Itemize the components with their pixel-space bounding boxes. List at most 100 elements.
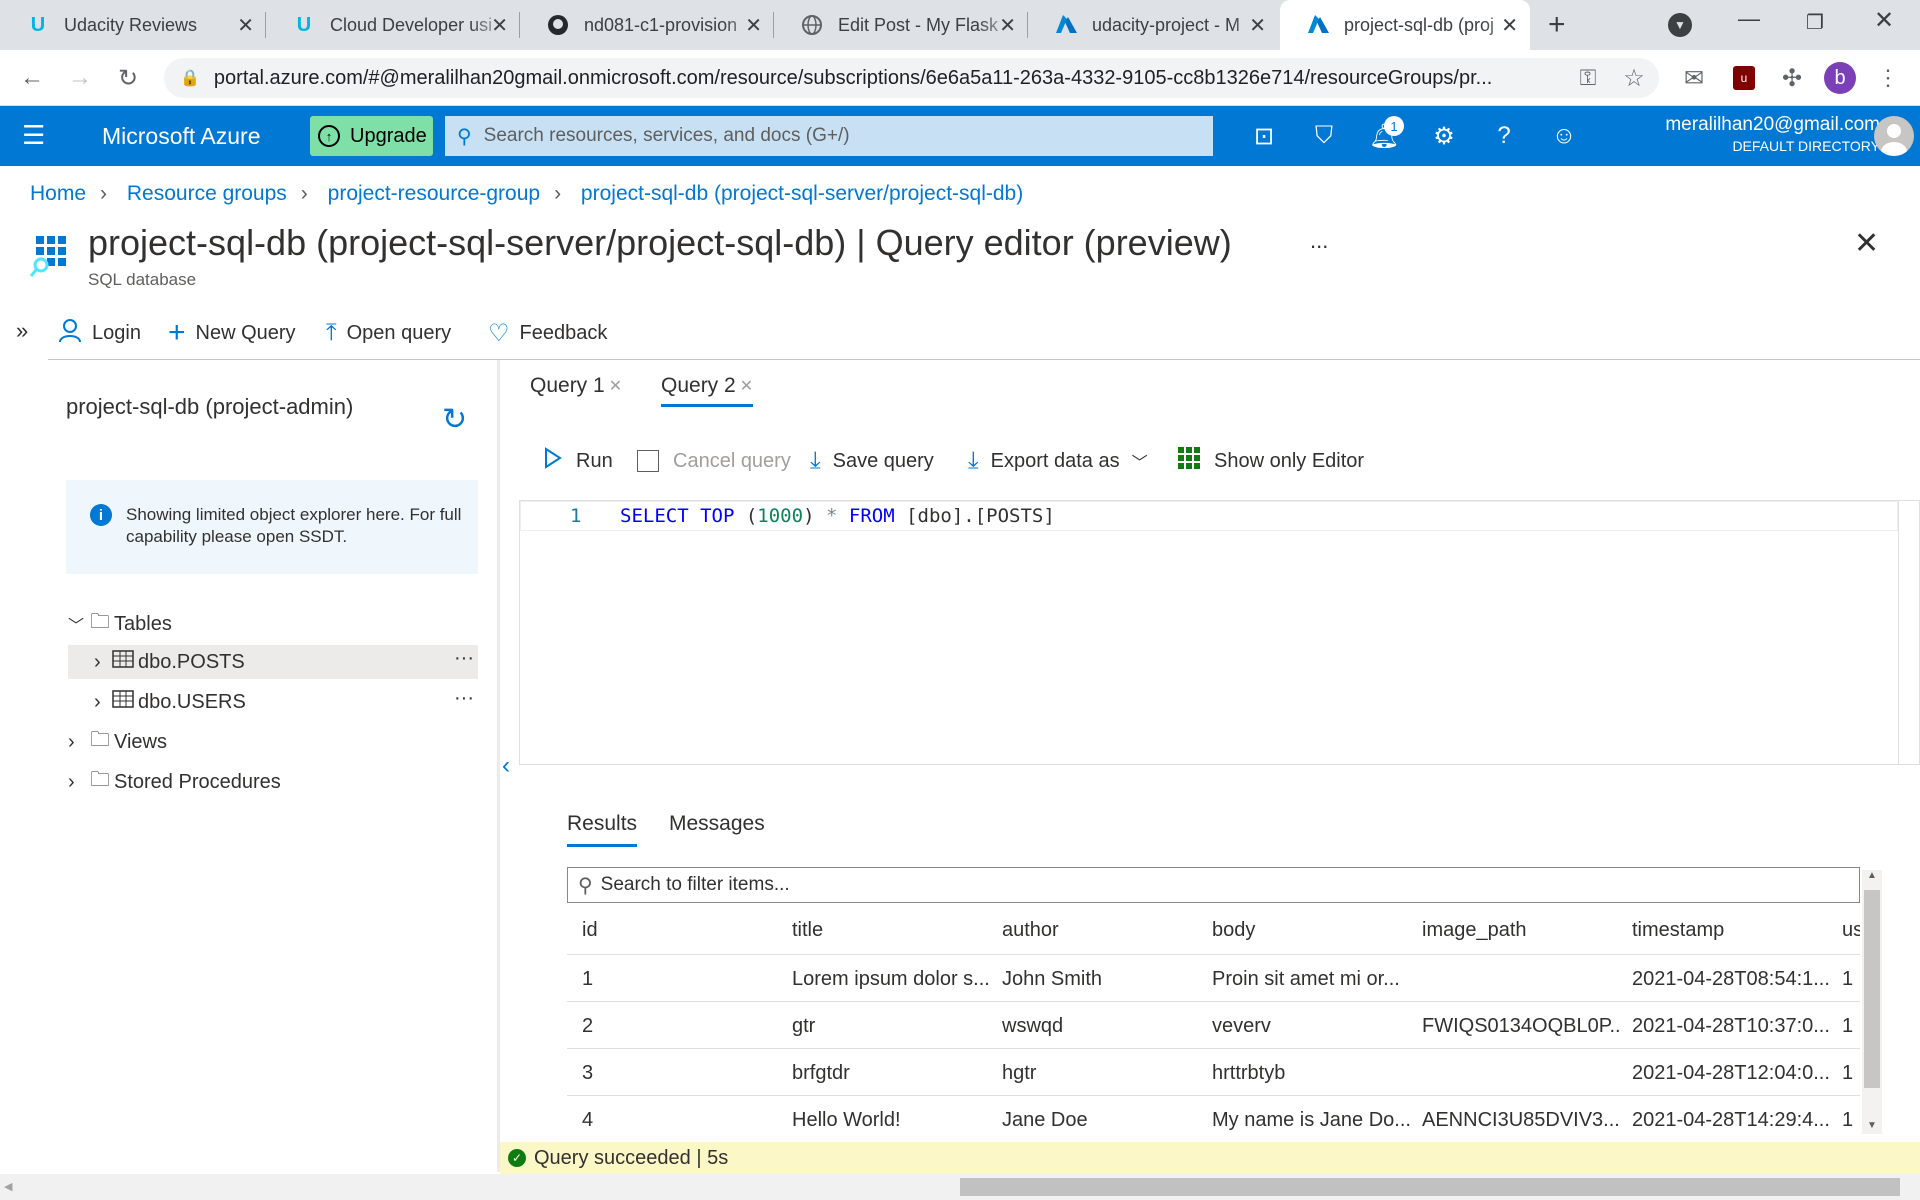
cancel-query-button[interactable]: Cancel query — [637, 445, 791, 477]
scrollbar-thumb[interactable] — [960, 1178, 1900, 1196]
tables-node[interactable]: ﹀ 🗀 Tables — [68, 607, 172, 641]
scroll-up-icon[interactable]: ▲ — [1867, 870, 1877, 881]
refresh-icon[interactable]: ↻ — [442, 402, 467, 437]
mail-icon[interactable]: ✉ — [1678, 62, 1710, 94]
query-tab-2[interactable]: Query 2 ✕ — [661, 374, 754, 407]
scroll-left-icon[interactable]: ◀ — [4, 1180, 12, 1193]
cloud-shell-icon[interactable]: ⊡ — [1246, 118, 1282, 154]
scroll-down-icon[interactable]: ▼ — [1867, 1120, 1877, 1131]
table-more-icon[interactable]: ··· — [454, 647, 474, 670]
table-cell[interactable]: veverv — [1212, 1015, 1412, 1038]
bookmark-star-icon[interactable]: ☆ — [1618, 62, 1650, 94]
user-avatar[interactable] — [1874, 116, 1914, 156]
key-icon[interactable]: ⚿ — [1572, 62, 1604, 94]
new-tab-icon[interactable]: + — [1548, 8, 1566, 42]
browser-menu-icon[interactable]: ⋮ — [1872, 62, 1904, 94]
table-cell[interactable]: 3 — [582, 1062, 782, 1085]
table-cell[interactable]: AENNCI3U85DVIV3... — [1422, 1109, 1622, 1132]
table-cell[interactable]: My name is Jane Do... — [1212, 1109, 1412, 1132]
hamburger-menu-icon[interactable]: ☰ — [22, 120, 45, 151]
browser-tab[interactable]: U Cloud Developer usi ✕ — [266, 0, 520, 50]
extensions-icon[interactable]: ✣ — [1776, 62, 1808, 94]
table-cell[interactable]: wswqd — [1002, 1015, 1202, 1038]
show-only-editor-button[interactable]: Show only Editor — [1178, 445, 1364, 477]
back-icon[interactable]: ← — [16, 62, 48, 94]
table-cell[interactable]: brfgtdr — [792, 1062, 992, 1085]
breadcrumb-database[interactable]: project-sql-db (project-sql-server/proje… — [581, 182, 1023, 205]
sql-code-editor[interactable]: 1 SELECT TOP (1000) * FROM [dbo].[POSTS] — [519, 500, 1920, 765]
close-blade-icon[interactable]: ✕ — [1854, 226, 1879, 261]
run-button[interactable]: Run — [544, 445, 613, 477]
account-info[interactable]: meralilhan20@gmail.com DEFAULT DIRECTORY — [1620, 114, 1880, 154]
new-query-button[interactable]: + New Query — [168, 315, 296, 351]
table-cell[interactable]: 4 — [582, 1109, 782, 1132]
table-cell[interactable]: 1 — [1842, 1062, 1860, 1085]
table-cell[interactable]: Jane Doe — [1002, 1109, 1202, 1132]
column-header[interactable]: body — [1212, 919, 1412, 942]
profile-avatar[interactable]: b — [1824, 62, 1856, 94]
close-tab-icon[interactable]: ✕ — [745, 13, 762, 38]
table-cell[interactable]: hrttrbtyb — [1212, 1062, 1412, 1085]
settings-gear-icon[interactable]: ⚙ — [1426, 118, 1462, 154]
breadcrumb-resource-group[interactable]: project-resource-group — [328, 182, 540, 205]
browser-tab[interactable]: nd081-c1-provision ✕ — [520, 0, 774, 50]
table-cell[interactable]: Proin sit amet mi or... — [1212, 968, 1412, 991]
table-cell[interactable]: Hello World! — [792, 1109, 992, 1132]
close-tab-icon[interactable]: ✕ — [237, 13, 254, 38]
horizontal-scrollbar[interactable]: ◀ — [0, 1174, 1920, 1200]
column-header[interactable]: id — [582, 919, 782, 942]
messages-tab[interactable]: Messages — [669, 812, 765, 836]
collapse-pane-icon[interactable]: ‹ — [502, 752, 510, 780]
table-cell[interactable]: 2 — [582, 1015, 782, 1038]
export-data-dropdown[interactable]: ⤓ Export data as ﹀ — [968, 445, 1148, 477]
table-cell[interactable]: 2021-04-28T14:29:4... — [1632, 1109, 1832, 1132]
table-cell[interactable]: hgtr — [1002, 1062, 1202, 1085]
close-tab-icon[interactable]: ✕ — [740, 376, 753, 396]
editor-scrollbar[interactable] — [1898, 501, 1899, 764]
table-cell[interactable]: 1 — [582, 968, 782, 991]
upgrade-button[interactable]: ↑ Upgrade — [310, 116, 433, 156]
table-node-users[interactable]: › dbo.USERS ··· — [68, 685, 478, 719]
breadcrumb-home[interactable]: Home — [30, 182, 86, 205]
tab-search-icon[interactable]: ▼ — [1668, 13, 1692, 37]
column-header[interactable]: us — [1842, 919, 1860, 942]
table-cell[interactable]: 1 — [1842, 1109, 1860, 1132]
query-tab-1[interactable]: Query 1 ✕ — [530, 374, 622, 398]
feedback-smiley-icon[interactable]: ☺ — [1546, 118, 1582, 154]
directory-filter-icon[interactable]: ⛉ — [1306, 118, 1342, 154]
results-tab[interactable]: Results — [567, 812, 638, 847]
scrollbar-thumb[interactable] — [1864, 890, 1880, 1088]
restore-icon[interactable]: ❐ — [1806, 10, 1824, 35]
ublock-icon[interactable]: u — [1733, 66, 1755, 90]
views-node[interactable]: › 🗀 Views — [68, 725, 167, 759]
breadcrumb-resource-groups[interactable]: Resource groups — [127, 182, 287, 205]
table-cell[interactable]: gtr — [792, 1015, 992, 1038]
browser-tab-active[interactable]: project-sql-db (proj ✕ — [1280, 0, 1530, 50]
column-header[interactable]: image_path — [1422, 919, 1622, 942]
login-button[interactable]: Login — [58, 315, 141, 351]
portal-search-input[interactable]: ⚲ Search resources, services, and docs (… — [445, 116, 1213, 156]
table-cell[interactable]: Lorem ipsum dolor s... — [792, 968, 992, 991]
column-header[interactable]: title — [792, 919, 992, 942]
more-options-icon[interactable]: ... — [1310, 228, 1328, 254]
close-tab-icon[interactable]: ✕ — [1249, 13, 1266, 38]
save-query-button[interactable]: ⤓ Save query — [810, 445, 934, 477]
open-query-button[interactable]: ⤒ Open query — [326, 315, 451, 351]
table-more-icon[interactable]: ··· — [454, 687, 474, 710]
table-cell[interactable]: 2021-04-28T12:04:0... — [1632, 1062, 1832, 1085]
column-header[interactable]: timestamp — [1632, 919, 1832, 942]
close-tab-icon[interactable]: ✕ — [1501, 13, 1518, 38]
results-scrollbar[interactable]: ▲ ▼ — [1862, 870, 1882, 1134]
browser-tab[interactable]: udacity-project - M ✕ — [1028, 0, 1278, 50]
minimize-icon[interactable]: — — [1738, 6, 1760, 32]
stored-procedures-node[interactable]: › 🗀 Stored Procedures — [68, 765, 281, 799]
table-cell[interactable]: FWIQS0134OQBL0P... — [1422, 1015, 1622, 1038]
close-tab-icon[interactable]: ✕ — [609, 376, 622, 396]
close-tab-icon[interactable]: ✕ — [999, 13, 1016, 38]
forward-icon[interactable]: → — [64, 62, 96, 94]
browser-tab[interactable]: Edit Post - My Flask ✕ — [774, 0, 1028, 50]
column-header[interactable]: author — [1002, 919, 1202, 942]
close-tab-icon[interactable]: ✕ — [491, 13, 508, 38]
table-node-posts[interactable]: › dbo.POSTS ··· — [68, 645, 478, 679]
expand-menu-icon[interactable]: » — [16, 318, 28, 344]
